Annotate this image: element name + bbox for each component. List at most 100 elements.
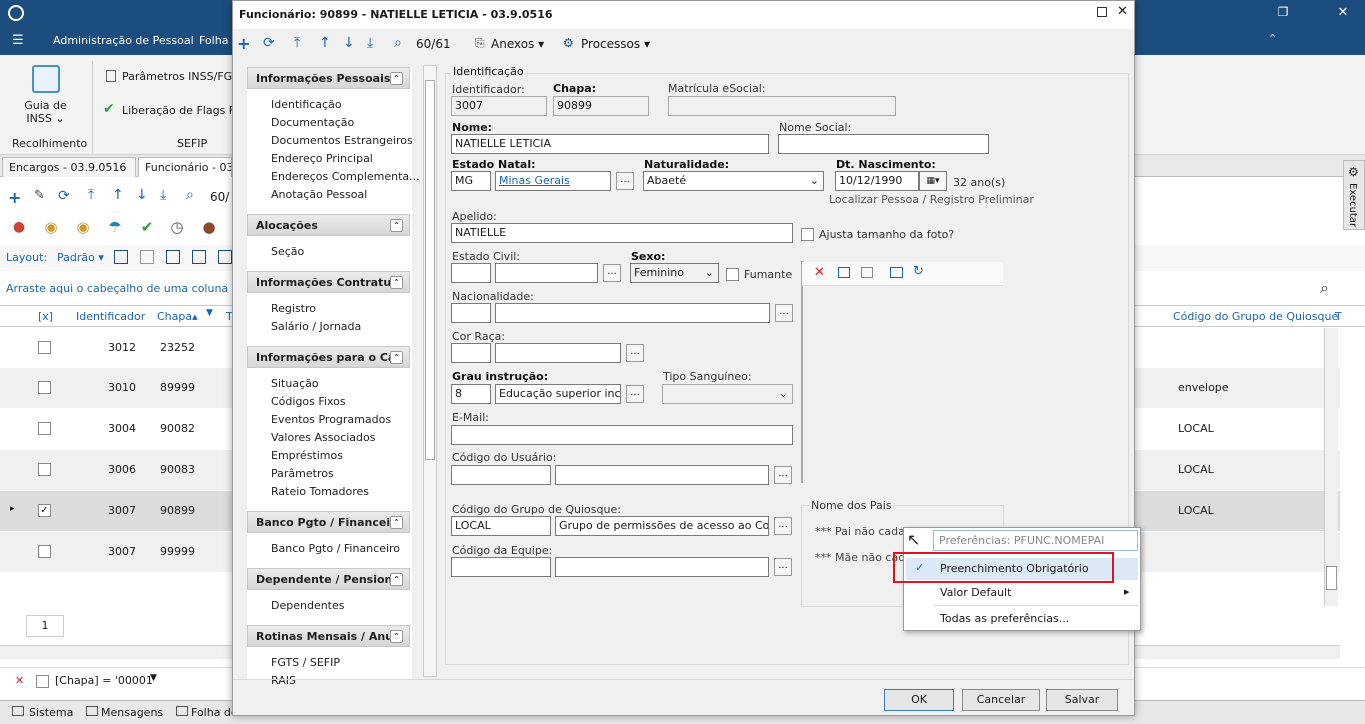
menu-administracao[interactable]: Administração de Pessoal xyxy=(53,34,194,47)
close-icon[interactable]: ✕ xyxy=(1335,4,1351,20)
section-item[interactable]: Seção xyxy=(271,245,304,258)
cod-usuario-field[interactable] xyxy=(451,465,551,485)
dialog-next-icon[interactable]: ↓ xyxy=(343,35,355,51)
collapse-icon[interactable]: ⌃ xyxy=(390,630,403,643)
collapse-icon[interactable]: ⌃ xyxy=(390,219,403,232)
section-item[interactable]: Anotação Pessoal xyxy=(271,188,367,201)
save-button[interactable]: Salvar xyxy=(1046,689,1118,711)
photo-delete-icon[interactable]: ✕ xyxy=(814,265,825,280)
section-item[interactable]: Eventos Programados xyxy=(271,413,391,426)
dialog-previous-icon[interactable]: ↑ xyxy=(319,35,331,51)
scroll-thumb[interactable] xyxy=(1326,566,1337,590)
naturalidade-select[interactable]: Abaeté ⌄ xyxy=(643,171,824,191)
person-block-icon[interactable]: ● xyxy=(198,216,220,238)
quiosque-lookup-button[interactable]: ... xyxy=(774,517,792,535)
clock-icon[interactable]: ◷ xyxy=(166,216,188,238)
section-item[interactable]: Documentos Estrangeiros xyxy=(271,134,413,147)
header-check[interactable]: [x] xyxy=(38,310,53,323)
equipe-desc-field[interactable] xyxy=(555,557,769,577)
layout-import-icon[interactable] xyxy=(218,250,232,264)
menu-item-valor-default[interactable]: Valor Default ▸ xyxy=(906,582,1138,604)
equipe-lookup-button[interactable]: ... xyxy=(774,558,792,576)
section-scrollbar[interactable] xyxy=(423,65,437,677)
refresh-icon[interactable]: ⟳ xyxy=(58,188,70,204)
dialog-first-icon[interactable]: ⤒ xyxy=(294,35,300,51)
section-item[interactable]: Identificação xyxy=(271,98,342,111)
tipo-sangue-select[interactable]: ⌄ xyxy=(662,384,793,404)
umbrella-icon[interactable]: ☂ xyxy=(104,216,126,238)
section-header[interactable]: Dependente / Pensioni ⌃ xyxy=(247,568,410,590)
collapse-ribbon-icon[interactable]: ⌃ xyxy=(1268,32,1277,45)
estado-natal-lookup-button[interactable]: ... xyxy=(616,172,634,190)
section-scroll-thumb[interactable] xyxy=(425,80,435,460)
section-header[interactable]: Informações Contratuai ⌃ xyxy=(247,271,410,293)
restore-icon[interactable]: ❐ xyxy=(1275,4,1291,20)
page-number[interactable]: 1 xyxy=(26,615,64,637)
chapa-field[interactable]: 90899 xyxy=(553,96,649,116)
layout-select[interactable]: Padrão ▾ xyxy=(57,251,104,264)
layout-export-icon[interactable] xyxy=(192,250,206,264)
menu-folha[interactable]: Folha xyxy=(199,34,228,47)
param-inss-button[interactable]: Parâmetros INSS/FGTS xyxy=(122,70,245,83)
layout-save-icon[interactable] xyxy=(166,250,180,264)
ok-button[interactable]: OK xyxy=(884,689,954,711)
section-item[interactable]: Endereço Principal xyxy=(271,152,373,165)
section-item[interactable]: RAIS xyxy=(271,674,296,687)
section-item[interactable]: Empréstimos xyxy=(271,449,343,462)
collapse-icon[interactable]: ⌃ xyxy=(390,516,403,529)
cor-raca-code-field[interactable] xyxy=(451,343,491,363)
person-remove-icon[interactable]: ● xyxy=(8,216,30,238)
anexos-menu[interactable]: Anexos ▾ xyxy=(491,37,544,51)
filter-dropdown-icon[interactable]: ▼ xyxy=(150,673,157,683)
nacionalidade-lookup-button[interactable]: ... xyxy=(775,304,793,322)
camera-icon[interactable] xyxy=(890,267,903,278)
section-header[interactable]: Informações para o Cál ⌃ xyxy=(247,346,410,368)
status-folha[interactable]: Folha de xyxy=(191,706,238,719)
header-t-right[interactable]: T xyxy=(1335,310,1342,323)
coins-add-icon[interactable]: ◉ xyxy=(72,216,94,238)
dt-nasc-field[interactable]: 10/12/1990 xyxy=(835,171,919,191)
nacionalidade-field[interactable] xyxy=(495,303,770,323)
header-codigo-quiosque[interactable]: Código do Grupo de Quiosque xyxy=(1173,310,1338,323)
cancel-button[interactable]: Cancelar xyxy=(962,689,1040,711)
section-item[interactable]: Parâmetros xyxy=(271,467,334,480)
section-header[interactable]: Informações Pessoais ⌃ xyxy=(247,67,410,89)
collapse-icon[interactable]: ⌃ xyxy=(390,351,403,364)
row-checkbox[interactable] xyxy=(38,463,51,476)
section-header[interactable]: Rotinas Mensais / Anu ⌃ xyxy=(247,625,410,647)
edit-icon[interactable]: ✎ xyxy=(34,188,45,203)
estado-civil-lookup-button[interactable]: ... xyxy=(603,264,621,282)
collapse-icon[interactable]: ⌃ xyxy=(390,573,403,586)
nome-social-field[interactable] xyxy=(778,134,989,154)
quiosque-desc-field[interactable]: Grupo de permissões de acesso ao Corpore xyxy=(555,516,769,536)
section-item[interactable]: Rateio Tomadores xyxy=(271,485,369,498)
guia-inss-icon[interactable] xyxy=(32,65,60,93)
hamburger-icon[interactable]: ☰ xyxy=(12,33,24,48)
approve-icon[interactable]: ✔ xyxy=(136,216,158,238)
quiosque-field[interactable]: LOCAL xyxy=(451,516,551,536)
matricula-field[interactable] xyxy=(668,96,896,116)
first-icon[interactable]: ⤒ xyxy=(88,187,94,203)
identificador-field[interactable]: 3007 xyxy=(451,96,547,116)
executar-panel[interactable]: ⚙ Executar xyxy=(1343,160,1365,230)
estado-natal-field[interactable]: Minas Gerais xyxy=(495,171,611,191)
cor-raca-field[interactable] xyxy=(495,343,621,363)
section-item[interactable]: Códigos Fixos xyxy=(271,395,346,408)
cor-raca-lookup-button[interactable]: ... xyxy=(626,344,644,362)
processos-menu[interactable]: Processos ▾ xyxy=(581,37,650,51)
estado-civil-field[interactable] xyxy=(495,263,598,283)
photo-image-icon[interactable] xyxy=(838,267,850,278)
add-icon[interactable]: + xyxy=(8,188,21,207)
estado-civil-code-field[interactable] xyxy=(451,263,491,283)
tab-encargos[interactable]: Encargos - 03.9.0516 xyxy=(2,157,136,177)
ajusta-foto-checkbox[interactable] xyxy=(801,228,814,241)
header-identificador[interactable]: Identificador xyxy=(76,310,145,323)
apelido-field[interactable]: NATIELLE xyxy=(451,223,793,243)
row-checkbox[interactable] xyxy=(38,341,51,354)
section-header[interactable]: Banco Pgto / Financeir ⌃ xyxy=(247,511,410,533)
grid-search-icon[interactable]: ⌕ xyxy=(1320,278,1329,298)
section-item[interactable]: Dependentes xyxy=(271,599,345,612)
layout-new-icon[interactable] xyxy=(114,250,128,264)
section-item[interactable]: Valores Associados xyxy=(271,431,375,444)
header-chapa[interactable]: Chapa▴ xyxy=(157,310,198,323)
